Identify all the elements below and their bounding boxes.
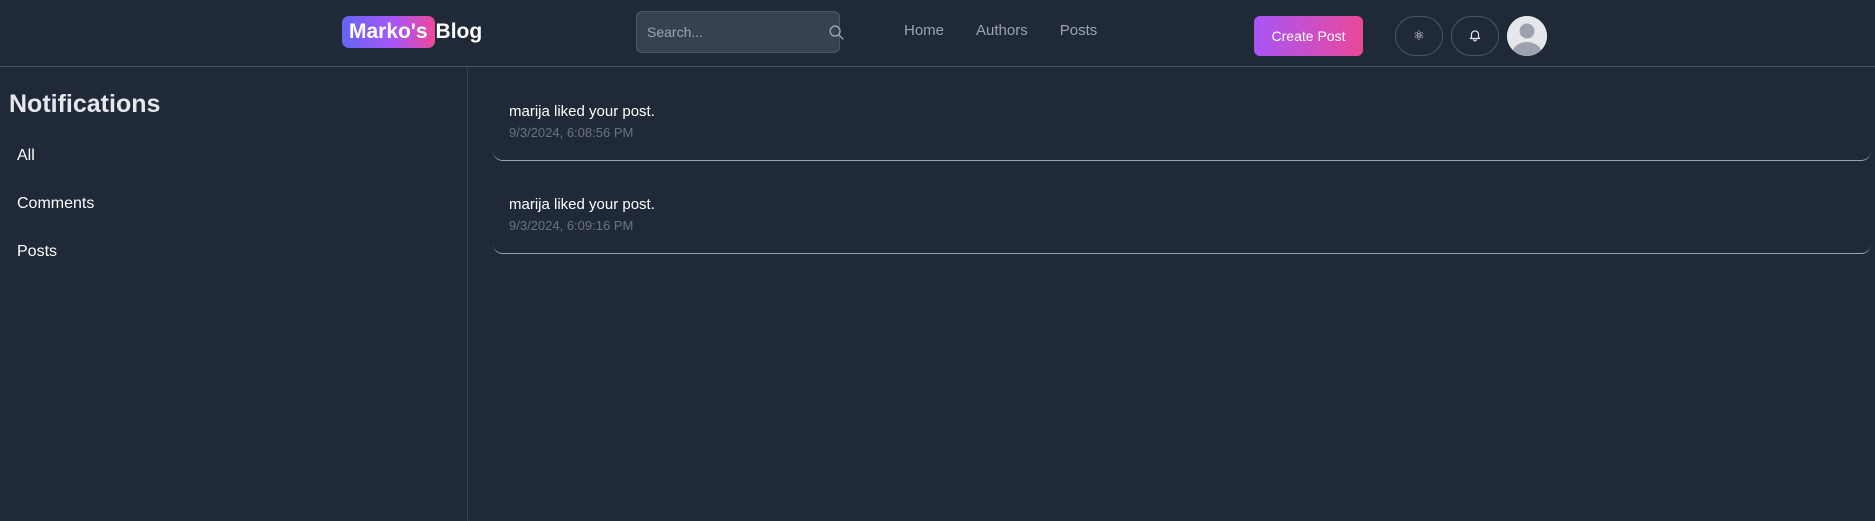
theme-icon: ⚛	[1413, 28, 1425, 43]
nav-authors[interactable]: Authors	[976, 22, 1028, 39]
search-icon[interactable]	[828, 22, 845, 42]
notification-message: marija liked your post.	[509, 196, 655, 213]
notification-message: marija liked your post.	[509, 103, 655, 120]
notification-timestamp: 9/3/2024, 6:09:16 PM	[509, 218, 634, 233]
notifications-button[interactable]	[1451, 16, 1499, 56]
nav-home[interactable]: Home	[904, 22, 944, 39]
nav-posts[interactable]: Posts	[1060, 22, 1098, 39]
filter-posts[interactable]: Posts	[17, 243, 57, 261]
logo-badge: Marko's	[342, 16, 435, 48]
main-nav: Home Authors Posts	[904, 22, 1097, 39]
site-logo[interactable]: Marko's Blog	[342, 16, 482, 48]
theme-toggle-button[interactable]: ⚛	[1395, 16, 1443, 56]
top-navbar: Marko's Blog Home Authors Posts Create P…	[0, 0, 1875, 67]
avatar[interactable]	[1507, 16, 1547, 56]
search-box	[636, 11, 844, 53]
notification-item[interactable]: marija liked your post. 9/3/2024, 6:08:5…	[493, 68, 1871, 161]
notifications-list: marija liked your post. 9/3/2024, 6:08:5…	[469, 68, 1875, 521]
search-input[interactable]	[637, 12, 828, 52]
avatar-icon	[1507, 16, 1547, 56]
create-post-button[interactable]: Create Post	[1254, 16, 1363, 56]
notification-item[interactable]: marija liked your post. 9/3/2024, 6:09:1…	[493, 161, 1871, 254]
filter-comments[interactable]: Comments	[17, 195, 94, 213]
notifications-sidebar: Notifications All Comments Posts	[0, 68, 468, 521]
bell-icon	[1468, 28, 1482, 45]
filter-all[interactable]: All	[17, 147, 35, 165]
page-title: Notifications	[9, 90, 161, 118]
notification-timestamp: 9/3/2024, 6:08:56 PM	[509, 125, 634, 140]
logo-text: Blog	[435, 20, 483, 43]
